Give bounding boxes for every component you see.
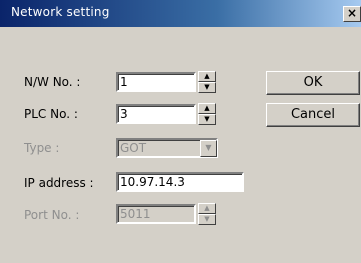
plc-no-spinner[interactable]: ▲ ▼ bbox=[198, 103, 216, 125]
network-setting-dialog: Network setting × N/W No. : 1 ▲ ▼ PLC No… bbox=[0, 0, 361, 263]
window-title: Network setting bbox=[11, 5, 110, 19]
nw-no-spinner[interactable]: ▲ ▼ bbox=[198, 71, 216, 93]
plc-no-label: PLC No. : bbox=[24, 107, 78, 121]
spin-down-icon[interactable]: ▼ bbox=[198, 214, 216, 225]
plc-no-value: 3 bbox=[120, 107, 128, 121]
nw-no-field[interactable]: 1 bbox=[116, 72, 196, 92]
spin-down-icon[interactable]: ▼ bbox=[198, 114, 216, 125]
type-label: Type : bbox=[24, 141, 60, 155]
ip-address-label: IP address : bbox=[24, 176, 94, 190]
cancel-button[interactable]: Cancel bbox=[266, 103, 360, 127]
nw-no-value: 1 bbox=[120, 75, 128, 89]
chevron-down-icon[interactable]: ▼ bbox=[200, 140, 217, 157]
ok-button[interactable]: OK bbox=[266, 71, 360, 95]
plc-no-field[interactable]: 3 bbox=[116, 104, 196, 124]
spin-up-icon[interactable]: ▲ bbox=[198, 103, 216, 114]
spin-down-icon[interactable]: ▼ bbox=[198, 82, 216, 93]
port-no-spinner[interactable]: ▲ ▼ bbox=[198, 203, 216, 225]
ip-address-value: 10.97.14.3 bbox=[120, 175, 185, 189]
ip-address-field[interactable]: 10.97.14.3 bbox=[116, 172, 244, 192]
close-icon[interactable]: × bbox=[343, 6, 361, 22]
spin-up-icon[interactable]: ▲ bbox=[198, 71, 216, 82]
port-no-value: 5011 bbox=[120, 207, 151, 221]
nw-no-label: N/W No. : bbox=[24, 75, 81, 89]
title-bar[interactable]: Network setting × bbox=[0, 0, 361, 27]
port-no-field[interactable]: 5011 bbox=[116, 204, 196, 224]
type-value: GOT bbox=[120, 141, 147, 155]
port-no-label: Port No. : bbox=[24, 208, 80, 222]
spin-up-icon[interactable]: ▲ bbox=[198, 203, 216, 214]
